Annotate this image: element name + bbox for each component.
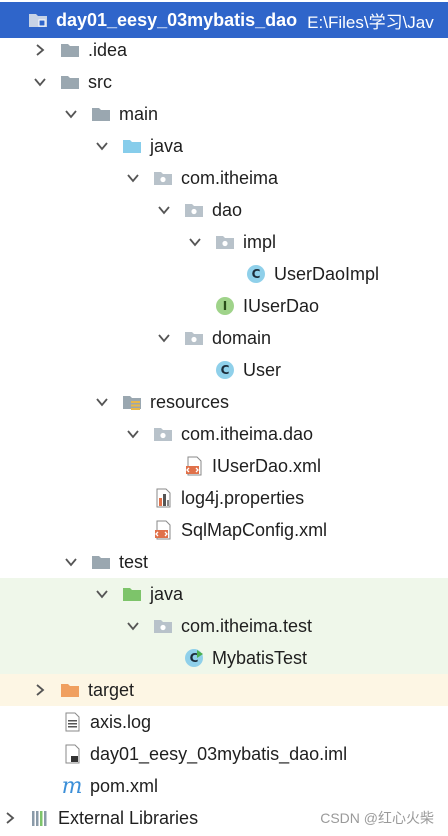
folder-icon (91, 104, 111, 124)
tree-item-log4j[interactable]: log4j.properties (0, 482, 448, 514)
tree-item-java-test[interactable]: java (0, 578, 448, 610)
tree-item-idea[interactable]: .idea (0, 34, 448, 66)
tree-label: IUserDao.xml (212, 455, 322, 476)
test-class-icon: C (184, 648, 204, 668)
tree-label: MybatisTest (212, 647, 308, 668)
tree-label: test (119, 551, 149, 572)
xml-file-icon (184, 456, 204, 476)
module-file-icon (62, 744, 82, 764)
text-file-icon (62, 712, 82, 732)
package-icon (153, 168, 173, 188)
tree-label: day01_eesy_03mybatis_dao.iml (90, 743, 348, 764)
tree-item-target[interactable]: target (0, 674, 448, 706)
excluded-folder-icon (60, 680, 80, 700)
tree-item-java-main[interactable]: java (0, 130, 448, 162)
tree-label: com.itheima (181, 167, 279, 188)
resources-folder-icon (122, 392, 142, 412)
properties-file-icon (153, 488, 173, 508)
tree-label: target (88, 679, 135, 700)
folder-icon (91, 552, 111, 572)
class-icon: C (215, 360, 235, 380)
class-icon: C (246, 264, 266, 284)
package-icon (153, 424, 173, 444)
package-icon (184, 200, 204, 220)
chevron-down-icon[interactable] (94, 394, 110, 410)
tree-item-iml[interactable]: day01_eesy_03mybatis_dao.iml (0, 738, 448, 770)
project-path: E:\Files\学习\Jav (307, 12, 434, 32)
tree-label: .idea (88, 39, 128, 60)
tree-label: com.itheima.dao (181, 423, 314, 444)
tree-label: UserDaoImpl (274, 263, 380, 284)
xml-file-icon (153, 520, 173, 540)
test-source-folder-icon (122, 584, 142, 604)
tree-label: axis.log (90, 711, 152, 732)
library-icon (30, 808, 50, 828)
tree-label: resources (150, 391, 230, 412)
folder-icon (60, 72, 80, 92)
source-folder-icon (122, 136, 142, 156)
tree-item-src[interactable]: src (0, 66, 448, 98)
interface-icon: I (215, 296, 235, 316)
chevron-down-icon[interactable] (187, 234, 203, 250)
tree-item-domain[interactable]: domain (0, 322, 448, 354)
tree-label: dao (212, 199, 243, 220)
chevron-right-icon[interactable] (2, 810, 18, 826)
tree-label: com.itheima.test (181, 615, 313, 636)
tree-item-main[interactable]: main (0, 98, 448, 130)
tree-item-iuser-dao[interactable]: I IUserDao (0, 290, 448, 322)
tree-label: java (150, 135, 184, 156)
chevron-down-icon[interactable] (63, 106, 79, 122)
tree-item-pkg-test[interactable]: com.itheima.test (0, 610, 448, 642)
tree-item-user-dao-impl[interactable]: C UserDaoImpl (0, 258, 448, 290)
tree-item-mybatis-test[interactable]: C MybatisTest (0, 642, 448, 674)
watermark: CSDN @红心火柴 (320, 810, 434, 826)
chevron-down-icon[interactable] (156, 330, 172, 346)
tree-label: impl (243, 231, 277, 252)
chevron-down-icon[interactable] (32, 74, 48, 90)
chevron-down-icon[interactable] (156, 202, 172, 218)
tree-item-dao[interactable]: dao (0, 194, 448, 226)
tree-item-pom[interactable]: m pom.xml (0, 770, 448, 802)
chevron-down-icon[interactable] (125, 426, 141, 442)
chevron-right-icon[interactable] (32, 42, 48, 58)
tree-item-test[interactable]: test (0, 546, 448, 578)
package-icon (215, 232, 235, 252)
tree-label: java (150, 583, 184, 604)
tree-label: User (243, 359, 282, 380)
tree-label: SqlMapConfig.xml (181, 519, 328, 540)
chevron-right-icon[interactable] (32, 682, 48, 698)
tree-item-resources[interactable]: resources (0, 386, 448, 418)
tree-item-axis-log[interactable]: axis.log (0, 706, 448, 738)
module-folder-icon (28, 10, 48, 30)
tree-label: src (88, 71, 112, 92)
tree-item-sqlmap[interactable]: SqlMapConfig.xml (0, 514, 448, 546)
tree-label: domain (212, 327, 272, 348)
tree-label: IUserDao (243, 295, 320, 316)
maven-icon: m (61, 773, 83, 799)
project-name: day01_eesy_03mybatis_dao (56, 9, 298, 30)
project-root-row[interactable]: day01_eesy_03mybatis_dao E:\Files\学习\Jav (0, 2, 448, 38)
tree-item-user[interactable]: C User (0, 354, 448, 386)
tree-label: log4j.properties (181, 487, 305, 508)
chevron-down-icon[interactable] (63, 554, 79, 570)
package-icon (153, 616, 173, 636)
chevron-down-icon[interactable] (125, 618, 141, 634)
chevron-down-icon[interactable] (94, 138, 110, 154)
tree-label: main (119, 103, 159, 124)
chevron-down-icon[interactable] (125, 170, 141, 186)
folder-icon (60, 40, 80, 60)
tree-label: External Libraries (58, 807, 199, 828)
package-icon (184, 328, 204, 348)
chevron-down-icon[interactable] (94, 586, 110, 602)
tree-item-iuser-dao-xml[interactable]: IUserDao.xml (0, 450, 448, 482)
tree-item-impl[interactable]: impl (0, 226, 448, 258)
tree-item-pkg-itheima[interactable]: com.itheima (0, 162, 448, 194)
tree-label: pom.xml (90, 775, 159, 796)
tree-item-pkg-res-dao[interactable]: com.itheima.dao (0, 418, 448, 450)
